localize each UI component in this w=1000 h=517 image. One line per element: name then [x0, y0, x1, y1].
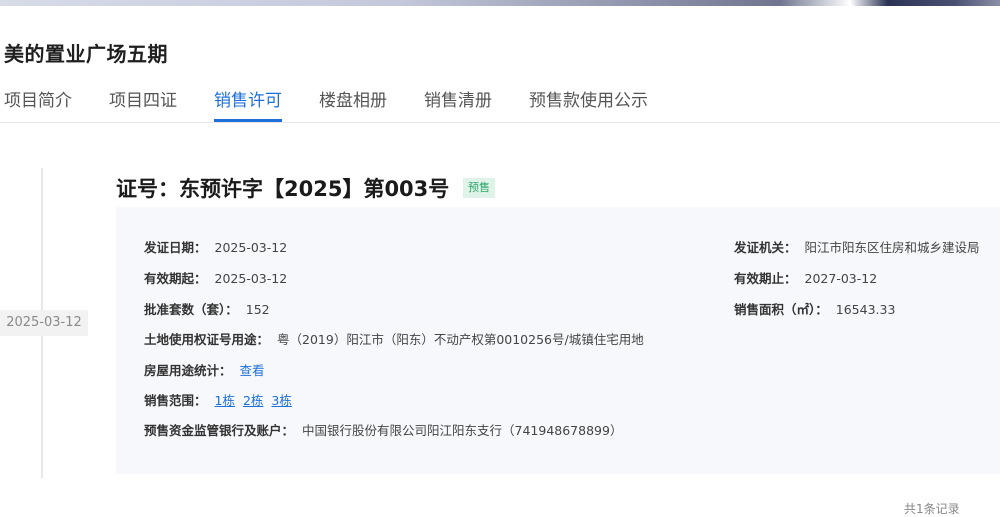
bank-row: 预售资金监管银行及账户： 中国银行股份有限公司阳江阳东支行（74194867889… — [144, 420, 622, 439]
certificate-title: 证号：东预许字【2025】第003号 — [116, 177, 450, 201]
issue-date-row: 发证日期： 2025-03-12 — [144, 237, 287, 256]
tab-sales-permit[interactable]: 销售许可 — [214, 88, 282, 122]
land-cert-value: 粤（2019）阳江市（阳东）不动产权第0010256号/城镇住宅用地 — [277, 332, 644, 347]
valid-to-value: 2027-03-12 — [804, 271, 878, 286]
valid-to-label: 有效期止： — [734, 271, 797, 286]
building-1-link[interactable]: 1栋 — [215, 393, 235, 408]
tab-bar: 项目简介 项目四证 销售许可 楼盘相册 销售清册 预售款使用公示 — [4, 88, 685, 124]
tab-presale-fund-notice[interactable]: 预售款使用公示 — [529, 88, 648, 122]
valid-from-value: 2025-03-12 — [214, 271, 288, 286]
usage-stats-view-link[interactable]: 查看 — [240, 363, 265, 378]
record-count: 共1条记录 — [904, 502, 960, 516]
tab-sales-list[interactable]: 销售清册 — [424, 88, 492, 122]
usage-stats-label: 房屋用途统计： — [144, 363, 232, 378]
sale-area-value: 16543.33 — [835, 302, 896, 317]
approved-units-row: 批准套数（套）： 152 — [144, 299, 270, 318]
approved-units-label: 批准套数（套）： — [144, 302, 238, 317]
authority-label: 发证机关： — [734, 240, 797, 255]
timeline-date: 2025-03-12 — [0, 310, 88, 336]
header-banner-image — [850, 0, 1000, 6]
valid-from-label: 有效期起： — [144, 271, 207, 286]
bank-label: 预售资金监管银行及账户： — [144, 423, 295, 438]
approved-units-value: 152 — [245, 302, 270, 317]
certificate-detail-panel: 发证日期： 2025-03-12 发证机关： 阳江市阳东区住房和城乡建设局 有效期起… — [116, 207, 1000, 474]
issue-date-value: 2025-03-12 — [214, 240, 288, 255]
usage-stats-row: 房屋用途统计： 查看 — [144, 360, 265, 379]
sale-scope-row: 销售范围： 1栋 2栋 3栋 — [144, 390, 300, 409]
land-cert-row: 土地使用权证号用途： 粤（2019）阳江市（阳东）不动产权第0010256号/城镇… — [144, 329, 644, 348]
authority-row: 发证机关： 阳江市阳东区住房和城乡建设局 — [734, 237, 980, 256]
sale-area-label: 销售面积（㎡）： — [734, 302, 828, 317]
sale-scope-label: 销售范围： — [144, 393, 207, 408]
building-2-link[interactable]: 2栋 — [243, 393, 263, 408]
page-title: 美的置业广场五期 — [4, 42, 168, 66]
sale-area-row: 销售面积（㎡）： 16543.33 — [734, 299, 895, 318]
issue-date-label: 发证日期： — [144, 240, 207, 255]
building-3-link[interactable]: 3栋 — [271, 393, 291, 408]
land-cert-label: 土地使用权证号用途： — [144, 332, 270, 347]
tab-four-certificates[interactable]: 项目四证 — [109, 88, 177, 122]
tab-photo-album[interactable]: 楼盘相册 — [319, 88, 387, 122]
valid-from-row: 有效期起： 2025-03-12 — [144, 268, 287, 287]
valid-to-row: 有效期止： 2027-03-12 — [734, 268, 877, 287]
authority-value: 阳江市阳东区住房和城乡建设局 — [804, 240, 980, 255]
tabs-divider — [0, 122, 1000, 123]
presale-badge: 预售 — [463, 178, 495, 198]
tab-project-intro[interactable]: 项目简介 — [4, 88, 72, 122]
bank-value: 中国银行股份有限公司阳江阳东支行（741948678899） — [302, 423, 623, 438]
